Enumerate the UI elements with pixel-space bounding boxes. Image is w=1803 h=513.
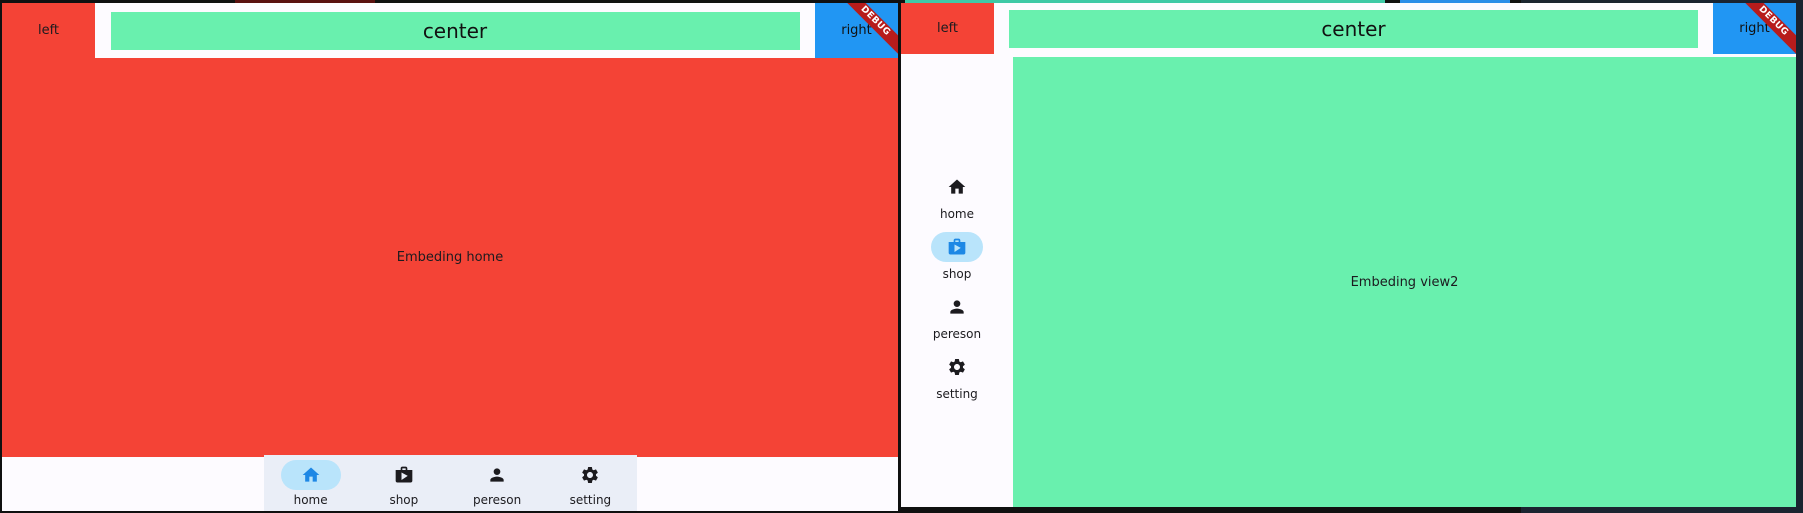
person-icon: [487, 465, 507, 485]
nav-item-label: pereson: [932, 327, 982, 341]
gear-icon: [580, 465, 600, 485]
app-bar-center: center: [1009, 9, 1698, 48]
app-bar-center-wrap: center: [95, 3, 815, 58]
embedded-content-view2: Embeding view2: [1013, 57, 1796, 507]
nav-item-label: pereson: [472, 493, 522, 507]
gear-icon: [947, 357, 967, 377]
nav-indicator: [560, 460, 620, 490]
content-label: Embeding home: [396, 250, 504, 265]
app-bar-center: center: [110, 11, 800, 50]
shop-icon: [394, 465, 414, 485]
nav-item-person[interactable]: pereson: [901, 292, 1013, 341]
nav-indicator: [280, 460, 341, 490]
bottom-navigation-bar: home shop pereson setting: [264, 455, 637, 511]
home-icon: [947, 177, 967, 197]
nav-indicator: [931, 232, 983, 262]
nav-item-home[interactable]: home: [264, 455, 357, 511]
nav-item-label: setting: [569, 493, 612, 507]
nav-indicator: [931, 172, 983, 202]
home-icon: [301, 465, 321, 485]
nav-indicator: [374, 460, 434, 490]
nav-indicator: [931, 352, 983, 382]
nav-item-label: setting: [936, 387, 978, 401]
nav-indicator: [931, 292, 983, 322]
nav-indicator: [467, 460, 527, 490]
nav-item-setting[interactable]: setting: [544, 455, 637, 511]
person-icon: [947, 297, 967, 317]
app-bar: left center right: [901, 3, 1796, 54]
app-window-nav-rail: left center right DEBUG home shop pereso…: [901, 3, 1796, 507]
app-bar-left: left: [2, 3, 95, 58]
nav-item-label: home: [939, 207, 975, 221]
app-window-bottom-nav: left center right DEBUG Embeding home ho…: [2, 3, 898, 511]
nav-item-label: shop: [389, 493, 419, 507]
nav-item-label: shop: [942, 267, 972, 281]
navigation-rail: home shop pereson setting: [901, 54, 1013, 507]
embedded-content-home: Embeding home: [2, 58, 898, 457]
app-bar-center-wrap: center: [994, 3, 1713, 54]
nav-item-label: home: [293, 493, 328, 507]
app-bar: left center right: [2, 3, 898, 58]
nav-item-setting[interactable]: setting: [901, 352, 1013, 401]
nav-item-shop[interactable]: shop: [901, 232, 1013, 281]
nav-item-shop[interactable]: shop: [357, 455, 450, 511]
content-label: Embeding view2: [1350, 274, 1459, 290]
shop-icon: [947, 237, 967, 257]
nav-item-person[interactable]: pereson: [451, 455, 544, 511]
nav-item-home[interactable]: home: [901, 172, 1013, 221]
app-bar-left: left: [901, 3, 994, 54]
